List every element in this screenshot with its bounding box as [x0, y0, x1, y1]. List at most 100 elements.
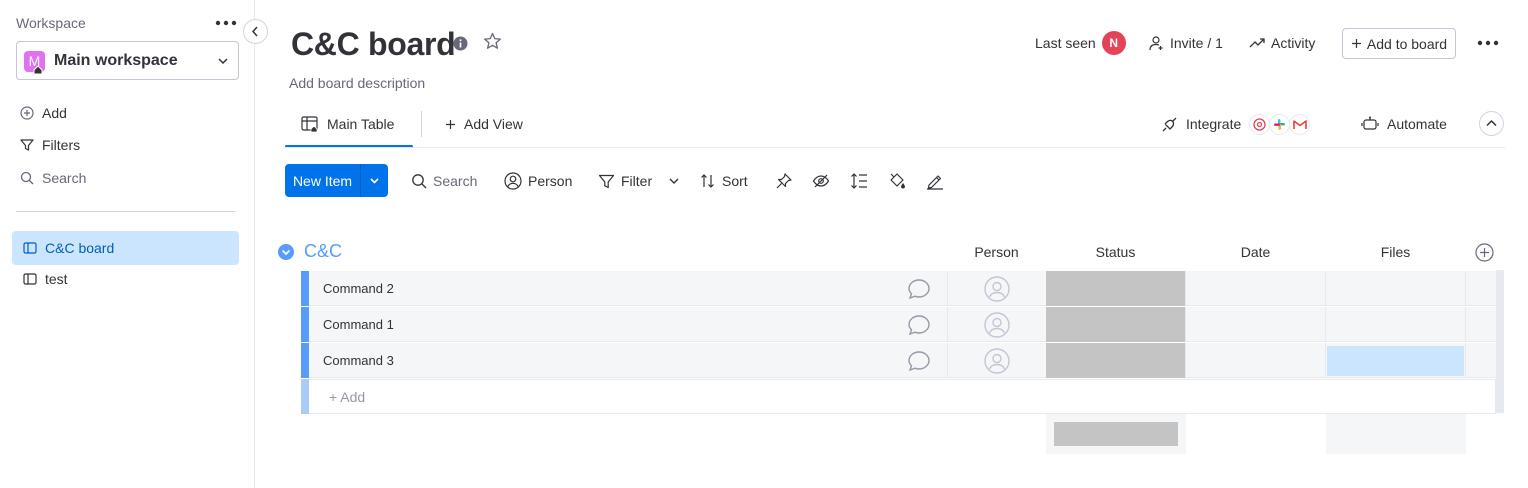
table-home-icon	[301, 116, 318, 133]
sidebar-item-cc-board[interactable]: C&C board	[12, 231, 239, 265]
status-cell[interactable]	[1046, 307, 1185, 342]
table-scrollbar[interactable]	[1496, 270, 1504, 413]
add-column-icon[interactable]	[1475, 243, 1494, 262]
row-name[interactable]: Command 3	[323, 353, 394, 368]
invite-button[interactable]: Invite / 1	[1148, 32, 1223, 54]
column-header-files[interactable]: Files	[1326, 244, 1465, 260]
board-icon	[23, 242, 37, 254]
cell-divider	[947, 271, 948, 306]
star-icon[interactable]	[483, 32, 502, 51]
person-add-icon	[1149, 36, 1163, 51]
cell-divider	[1325, 271, 1326, 306]
collapse-header-button[interactable]	[1479, 111, 1504, 136]
info-icon[interactable]	[453, 36, 468, 51]
group-collapse-icon[interactable]	[278, 244, 294, 260]
filter-button[interactable]: Filter	[598, 171, 680, 191]
row-color-bar	[301, 271, 309, 306]
sidebar-search[interactable]: Search	[20, 168, 86, 188]
cell-divider	[1325, 343, 1326, 378]
toolbar-search-label: Search	[433, 173, 478, 189]
workspace-selector[interactable]: M Main workspace	[16, 41, 239, 80]
board-more-icon[interactable]	[1476, 36, 1500, 50]
row-height-icon[interactable]	[850, 172, 868, 190]
column-header-date[interactable]: Date	[1186, 244, 1325, 260]
tab-main-table[interactable]: Main Table	[301, 108, 394, 140]
person-avatar-icon[interactable]	[984, 348, 1010, 374]
filter-icon	[20, 139, 34, 151]
board-title[interactable]: C&C board	[291, 26, 456, 63]
table-row[interactable]: Command 3	[301, 343, 1496, 378]
cell-divider	[1185, 343, 1186, 378]
sort-button[interactable]: Sort	[700, 171, 748, 191]
pen-icon[interactable]	[926, 172, 944, 190]
pin-icon[interactable]	[775, 172, 793, 190]
new-item-button[interactable]: New Item	[285, 164, 388, 197]
workspace-label: Workspace	[16, 15, 86, 31]
new-item-label[interactable]: New Item	[285, 164, 361, 197]
tab-add-view-label: Add View	[464, 116, 523, 132]
search-icon	[412, 174, 427, 189]
person-filter-label: Person	[528, 173, 573, 189]
plus-icon	[446, 119, 455, 129]
automate-button[interactable]: Automate	[1361, 108, 1447, 140]
chevron-down-icon[interactable]	[668, 175, 680, 187]
person-filter-button[interactable]: Person	[504, 171, 572, 191]
collapse-sidebar-button[interactable]	[243, 19, 268, 44]
chevron-left-icon	[251, 26, 258, 37]
cell-divider	[947, 307, 948, 342]
plus-icon	[1351, 39, 1361, 48]
home-icon	[33, 65, 43, 75]
comment-icon[interactable]	[907, 314, 931, 336]
new-item-dropdown[interactable]	[361, 164, 388, 197]
invite-label: Invite / 1	[1170, 35, 1223, 51]
add-to-board-button[interactable]: Add to board	[1342, 28, 1456, 59]
add-item-row[interactable]: + Add	[301, 379, 1496, 414]
plus-circle-icon	[20, 106, 34, 120]
workspace-name: Main workspace	[54, 52, 178, 69]
last-seen-button[interactable]: Last seen N	[1035, 31, 1126, 55]
comment-icon[interactable]	[907, 278, 931, 300]
chevron-down-icon	[217, 55, 229, 67]
activity-button[interactable]: Activity	[1249, 32, 1315, 54]
robot-icon	[1361, 116, 1379, 130]
workspace-more-icon[interactable]	[214, 14, 238, 32]
sidebar-filters-label: Filters	[42, 137, 81, 153]
row-name[interactable]: Command 2	[323, 281, 394, 296]
table-row[interactable]: Command 1	[301, 307, 1496, 342]
board-description[interactable]: Add board description	[289, 75, 425, 91]
sidebar-filters[interactable]: Filters	[20, 135, 80, 155]
cell-divider	[1185, 271, 1186, 306]
person-avatar-icon[interactable]	[984, 276, 1010, 302]
sidebar-item-label: test	[45, 271, 68, 287]
automate-label: Automate	[1387, 116, 1447, 132]
sidebar-item-test[interactable]: test	[12, 262, 239, 296]
cell-divider	[1465, 307, 1466, 342]
integrate-button[interactable]: Integrate	[1161, 108, 1311, 140]
paint-bucket-icon[interactable]	[888, 172, 906, 190]
sidebar-add[interactable]: Add	[20, 103, 67, 123]
sidebar-divider	[16, 211, 235, 212]
column-header-status[interactable]: Status	[1046, 244, 1185, 260]
slack-icon	[1269, 113, 1291, 135]
sidebar-search-label: Search	[42, 170, 87, 186]
cell-divider	[1465, 343, 1466, 378]
sort-icon	[701, 174, 714, 188]
comment-icon[interactable]	[907, 350, 931, 372]
table-row[interactable]: Command 2	[301, 271, 1496, 306]
add-item-input[interactable]: + Add	[329, 389, 365, 405]
tab-add-view[interactable]: Add View	[445, 108, 523, 140]
files-cell-selected[interactable]	[1327, 346, 1464, 376]
column-header-person[interactable]: Person	[948, 244, 1045, 260]
row-color-bar	[301, 343, 309, 378]
last-seen-label: Last seen	[1035, 35, 1096, 51]
gmail-icon	[1289, 113, 1311, 135]
row-name[interactable]: Command 1	[323, 317, 394, 332]
cell-divider	[1325, 307, 1326, 342]
add-to-board-label: Add to board	[1366, 35, 1448, 52]
group-title[interactable]: C&C	[304, 241, 342, 262]
status-cell[interactable]	[1046, 343, 1185, 378]
hide-icon[interactable]	[812, 172, 830, 190]
toolbar-search[interactable]: Search	[411, 171, 477, 191]
person-avatar-icon[interactable]	[984, 312, 1010, 338]
status-cell[interactable]	[1046, 271, 1185, 306]
